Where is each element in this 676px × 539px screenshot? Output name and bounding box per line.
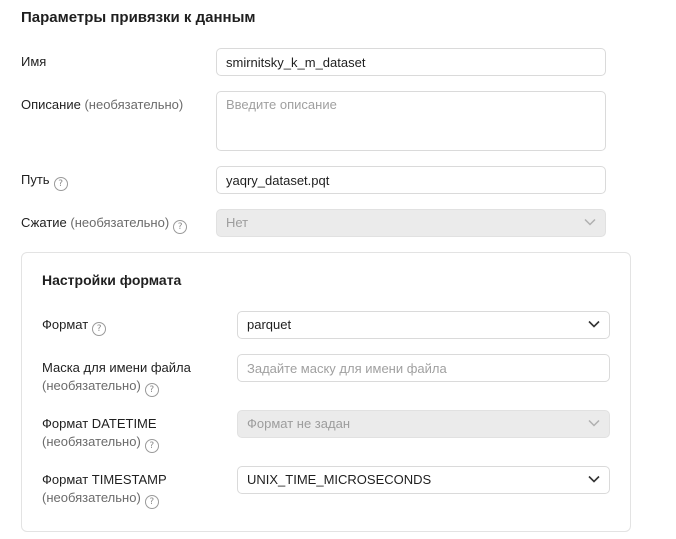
description-label: Описание (необязательно) — [21, 96, 183, 114]
format-label: Формат? — [42, 316, 107, 336]
datetime-format-label-text: Формат DATETIME — [42, 416, 157, 431]
name-label: Имя — [21, 54, 47, 69]
format-select-value: parquet — [247, 317, 292, 332]
compression-select-value: Нет — [226, 215, 249, 230]
path-input[interactable] — [216, 166, 606, 194]
file-mask-label: Маска для имени файла (необязательно)? — [42, 359, 191, 397]
help-icon[interactable]: ? — [144, 495, 159, 509]
help-icon[interactable]: ? — [144, 439, 159, 453]
datetime-format-value: Формат не задан — [247, 416, 350, 431]
file-mask-optional-text: (необязательно) — [42, 378, 141, 393]
datetime-format-label: Формат DATETIME (необязательно)? — [42, 415, 159, 453]
format-label-text: Формат — [42, 317, 89, 332]
compression-select[interactable]: Нет — [216, 209, 606, 237]
chevron-down-icon — [588, 419, 600, 427]
format-settings-title: Настройки формата — [42, 272, 182, 288]
path-label-text: Путь — [21, 172, 50, 187]
path-label: Путь? — [21, 171, 68, 191]
file-mask-label-text: Маска для имени файла — [42, 360, 191, 375]
compression-label-text: Сжатие — [21, 215, 67, 230]
help-icon[interactable]: ? — [92, 322, 107, 336]
format-select[interactable]: parquet — [237, 311, 610, 339]
timestamp-format-label: Формат TIMESTAMP (необязательно)? — [42, 471, 167, 509]
help-icon[interactable]: ? — [53, 177, 68, 191]
chevron-down-icon — [584, 218, 596, 226]
help-icon[interactable]: ? — [144, 383, 159, 397]
timestamp-format-label-text: Формат TIMESTAMP — [42, 472, 167, 487]
compression-label: Сжатие (необязательно)? — [21, 214, 188, 234]
description-textarea[interactable] — [216, 91, 606, 151]
file-mask-input[interactable] — [237, 354, 610, 382]
timestamp-format-value: UNIX_TIME_MICROSECONDS — [247, 472, 432, 487]
help-icon[interactable]: ? — [173, 220, 188, 234]
name-input[interactable] — [216, 48, 606, 76]
description-label-text: Описание — [21, 97, 81, 112]
description-optional-text: (необязательно) — [84, 97, 184, 112]
timestamp-optional-text: (необязательно) — [42, 490, 141, 505]
compression-optional-text: (необязательно) — [70, 215, 170, 230]
datetime-format-select[interactable]: Формат не задан — [237, 410, 610, 438]
chevron-down-icon — [588, 320, 600, 328]
datetime-optional-text: (необязательно) — [42, 434, 141, 449]
timestamp-format-select[interactable]: UNIX_TIME_MICROSECONDS — [237, 466, 610, 494]
page-title: Параметры привязки к данным — [21, 9, 256, 26]
chevron-down-icon — [588, 475, 600, 483]
